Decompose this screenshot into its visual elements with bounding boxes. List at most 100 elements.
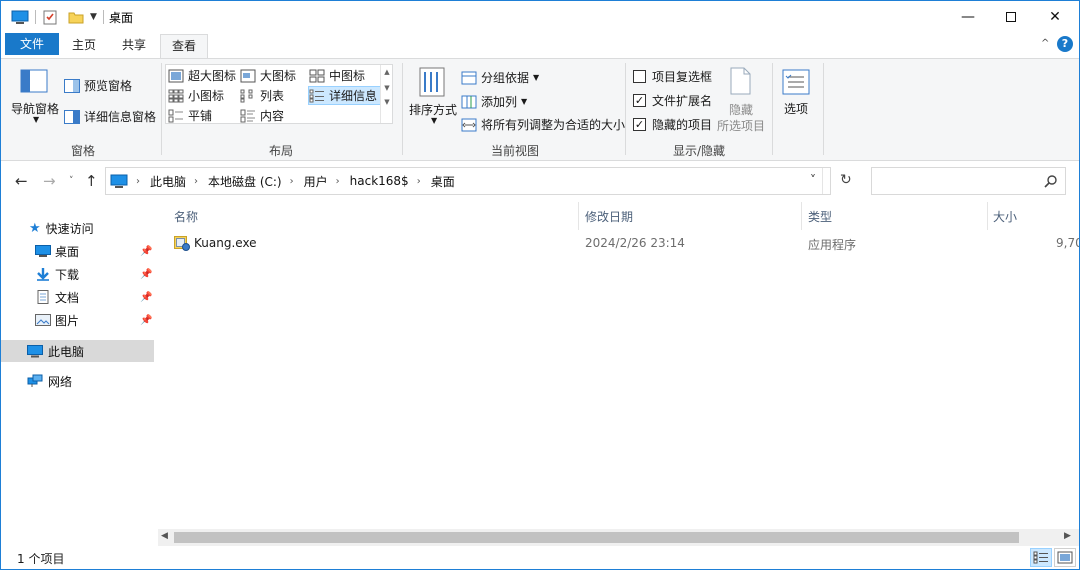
- hidden-items-label: 隐藏的项目: [652, 118, 713, 132]
- quick-access-toolbar: ▼: [11, 8, 110, 26]
- refresh-icon[interactable]: ↻: [840, 172, 852, 188]
- item-checkboxes-toggle[interactable]: 项目复选框: [633, 68, 712, 85]
- minimize-button[interactable]: —: [945, 1, 991, 32]
- nav-item-desktop[interactable]: 桌面 📌: [1, 240, 154, 262]
- item-count: 1 个项目: [17, 552, 65, 566]
- help-icon[interactable]: ?: [1057, 36, 1073, 52]
- breadcrumb-separator-icon[interactable]: ›: [194, 176, 198, 187]
- dropdown-arrow-icon: ▼: [431, 116, 438, 125]
- ribbon-view: 导航窗格 ▼ 预览窗格 详细信息窗格 窗格 超大图标 大图标 中图标 小图标 列…: [1, 58, 1079, 161]
- breadcrumb-separator-icon[interactable]: ›: [417, 176, 421, 187]
- preview-pane-label: 预览窗格: [84, 79, 133, 93]
- maximize-button[interactable]: [988, 1, 1034, 32]
- window-title: 桌面: [109, 11, 134, 25]
- file-extensions-label: 文件扩展名: [652, 94, 713, 108]
- forward-arrow-icon[interactable]: →: [43, 172, 56, 190]
- scrollbar-thumb[interactable]: [174, 532, 1019, 543]
- hidden-items-checkbox[interactable]: ✓: [633, 118, 646, 131]
- scroll-up-icon[interactable]: ▲: [381, 68, 393, 76]
- pin-icon[interactable]: 📌: [140, 292, 152, 303]
- group-by-button[interactable]: 分组依据 ▼: [461, 69, 539, 86]
- horizontal-scrollbar[interactable]: ◀ ▶: [158, 529, 1079, 546]
- hide-selected-button[interactable]: 隐藏 所选项目: [715, 65, 767, 133]
- item-checkboxes-checkbox[interactable]: [633, 70, 646, 83]
- layout-list[interactable]: 列表: [240, 87, 284, 104]
- layout-small-icons[interactable]: 小图标: [168, 87, 224, 104]
- hidden-items-toggle[interactable]: ✓ 隐藏的项目: [633, 116, 712, 133]
- sort-by-button[interactable]: 排序方式 ▼: [407, 65, 457, 127]
- size-columns-label: 将所有列调整为合适的大小: [481, 118, 626, 132]
- search-input[interactable]: [876, 171, 1036, 191]
- breadcrumb-local-disk[interactable]: 本地磁盘 (C:): [208, 173, 282, 190]
- new-folder-icon[interactable]: [68, 9, 84, 25]
- divider: [822, 168, 823, 194]
- minimize-icon: —: [961, 8, 975, 25]
- layout-large-icons[interactable]: 大图标: [240, 67, 296, 84]
- layout-item-label: 平铺: [188, 109, 213, 123]
- file-list: ^ 名称 修改日期 类型 大小 Kuang.exe 2024/2/26 23:1…: [158, 200, 1079, 530]
- large-icons-view-button[interactable]: [1054, 548, 1076, 567]
- scroll-down-icon[interactable]: ▼: [381, 84, 393, 92]
- layout-extra-large-icons[interactable]: 超大图标: [168, 67, 236, 84]
- tab-home[interactable]: 主页: [61, 34, 107, 58]
- navigation-pane: ★ 快速访问 桌面 📌 下载 📌 文档 📌 图片 📌 此电脑 网络: [1, 200, 156, 545]
- nav-pane-button[interactable]: 导航窗格 ▼: [9, 67, 59, 127]
- layout-tiles[interactable]: 平铺: [168, 107, 212, 124]
- nav-item-pictures[interactable]: 图片 📌: [1, 309, 154, 331]
- hide-selected-label: 隐藏: [729, 103, 754, 117]
- breadcrumb-separator-icon[interactable]: ›: [136, 176, 140, 187]
- breadcrumb-desktop[interactable]: 桌面: [431, 173, 455, 190]
- layout-content[interactable]: 内容: [240, 107, 284, 124]
- preview-pane-button[interactable]: 预览窗格: [64, 77, 132, 94]
- breadcrumb-this-pc[interactable]: 此电脑: [150, 173, 186, 190]
- layout-item-label: 小图标: [188, 89, 225, 103]
- pin-icon[interactable]: 📌: [140, 246, 152, 257]
- dropdown-arrow-icon: ▼: [33, 115, 40, 124]
- file-name: Kuang.exe: [194, 236, 257, 250]
- group-by-icon: [461, 71, 477, 84]
- pin-icon[interactable]: 📌: [140, 315, 152, 326]
- back-arrow-icon[interactable]: ←: [15, 172, 28, 190]
- size-columns-button[interactable]: 将所有列调整为合适的大小: [461, 116, 625, 133]
- pin-icon[interactable]: 📌: [140, 269, 152, 280]
- gallery-expand-icon[interactable]: ▼: [381, 98, 393, 106]
- search-box[interactable]: [871, 167, 1066, 195]
- up-arrow-icon[interactable]: ↑: [85, 172, 98, 190]
- breadcrumb-separator-icon[interactable]: ›: [336, 176, 340, 187]
- layout-medium-icons[interactable]: 中图标: [309, 67, 365, 84]
- breadcrumb-users[interactable]: 用户: [304, 173, 328, 190]
- file-extensions-toggle[interactable]: ✓ 文件扩展名: [633, 92, 712, 109]
- nav-item-documents[interactable]: 文档 📌: [1, 286, 154, 308]
- options-button[interactable]: 选项: [778, 65, 814, 125]
- breadcrumb-user-folder[interactable]: hack168$: [350, 174, 409, 188]
- search-icon[interactable]: [1044, 174, 1058, 188]
- tiles-icon: [168, 109, 183, 122]
- scroll-right-icon[interactable]: ▶: [1064, 531, 1071, 541]
- address-bar[interactable]: › 此电脑 › 本地磁盘 (C:) › 用户 › hack168$ › 桌面 ˅…: [105, 167, 852, 195]
- tab-file[interactable]: 文件: [5, 33, 59, 55]
- scroll-left-icon[interactable]: ◀: [161, 531, 168, 541]
- nav-item-downloads[interactable]: 下载 📌: [1, 263, 154, 285]
- tab-share[interactable]: 共享: [111, 34, 157, 58]
- nav-item-this-pc[interactable]: 此电脑: [1, 340, 154, 362]
- address-dropdown-chevron-icon[interactable]: ˅: [810, 173, 816, 187]
- layout-gallery-scroll[interactable]: ▲ ▼ ▼: [380, 65, 393, 123]
- details-pane-button[interactable]: 详细信息窗格: [64, 108, 156, 125]
- properties-icon[interactable]: [42, 9, 58, 25]
- breadcrumb-separator-icon[interactable]: ›: [290, 176, 294, 187]
- nav-item-network[interactable]: 网络: [1, 370, 154, 392]
- group-divider: [161, 63, 162, 155]
- file-extensions-checkbox[interactable]: ✓: [633, 94, 646, 107]
- collapse-ribbon-chevron-icon[interactable]: ^: [1041, 38, 1049, 49]
- layout-details[interactable]: 详细信息: [308, 86, 382, 105]
- customize-toolbar-chevron-icon[interactable]: ▼: [90, 12, 97, 22]
- nav-item-quick-access[interactable]: ★ 快速访问: [1, 217, 154, 239]
- recent-locations-chevron-icon[interactable]: ˅: [69, 176, 74, 186]
- table-row[interactable]: Kuang.exe 2024/2/26 23:14 应用程序 9,70: [158, 200, 1079, 260]
- group-label-panes: 窗格: [70, 144, 95, 158]
- layout-gallery: 超大图标 大图标 中图标 小图标 列表 详细信息 平铺 内容 ▲ ▼ ▼: [165, 64, 393, 124]
- close-button[interactable]: ✕: [1032, 1, 1078, 32]
- details-view-button[interactable]: [1030, 548, 1052, 567]
- add-columns-button[interactable]: 添加列 ▼: [461, 93, 527, 110]
- tab-view[interactable]: 查看: [160, 34, 208, 58]
